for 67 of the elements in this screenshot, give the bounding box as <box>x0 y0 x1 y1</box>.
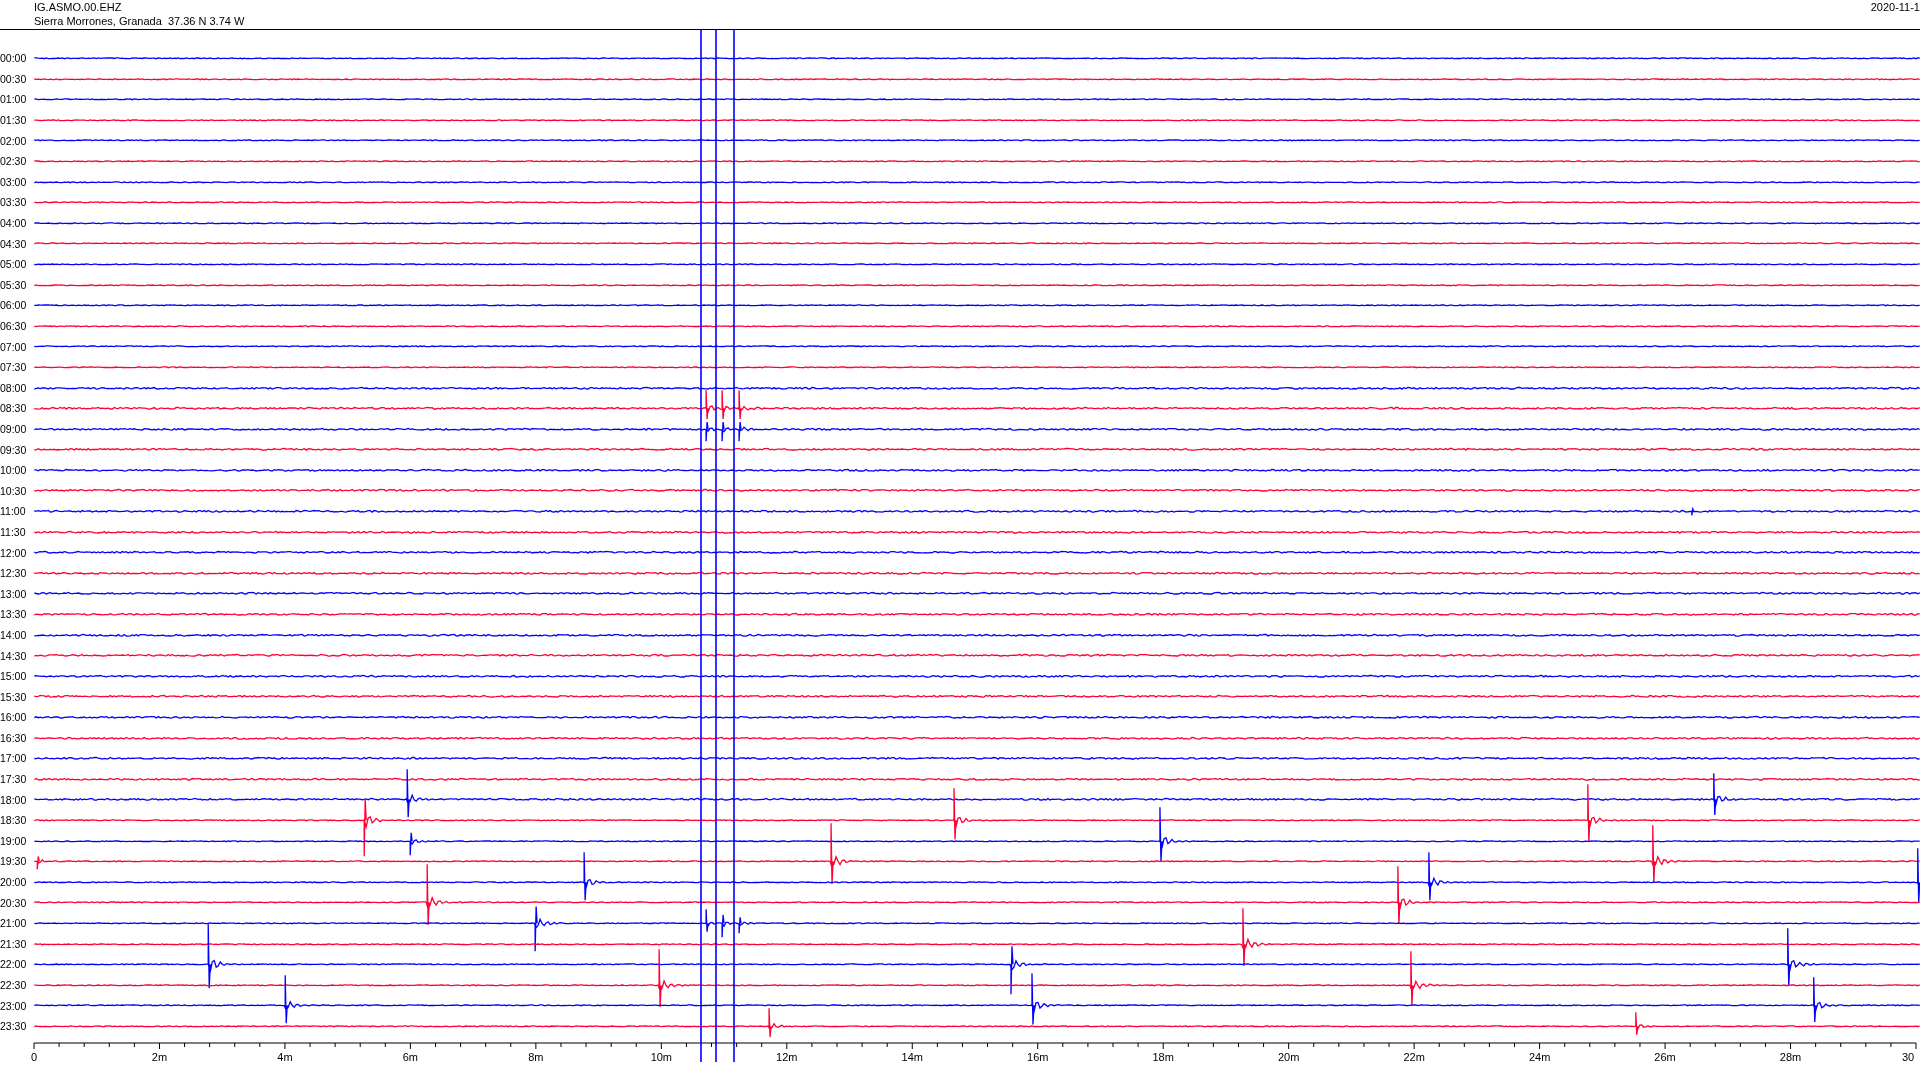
station-code: IG.ASMO.00.EHZ <box>34 0 123 14</box>
time-label: 19:30 <box>0 855 28 868</box>
axis-tick-label: 10m <box>650 1050 673 1063</box>
time-label: 06:00 <box>0 299 28 312</box>
axis-tick-label: 26m <box>1654 1050 1676 1063</box>
axis-tick-label: 24m <box>1528 1050 1551 1063</box>
time-label: 03:30 <box>0 196 28 209</box>
time-label: 17:00 <box>0 752 28 765</box>
time-label: 09:00 <box>0 423 28 435</box>
time-label: 10:00 <box>0 464 28 477</box>
time-label: 16:00 <box>0 711 28 724</box>
time-label: 20:30 <box>0 896 28 909</box>
time-label: 13:00 <box>0 587 28 600</box>
axis-tick-label: 4m <box>277 1050 293 1063</box>
time-label: 08:00 <box>0 381 28 394</box>
axis-tick-label: 14m <box>901 1050 923 1063</box>
time-label: 02:30 <box>0 155 28 168</box>
time-label: 15:00 <box>0 670 28 683</box>
time-label: 19:00 <box>0 834 28 847</box>
time-label: 07:30 <box>0 361 28 374</box>
axis-tick-label: 8m <box>528 1050 544 1063</box>
axis-tick-label: 12m <box>776 1050 798 1063</box>
time-label: 01:00 <box>0 93 28 106</box>
time-label: 18:00 <box>0 793 28 806</box>
time-label: 12:00 <box>0 546 28 559</box>
axis-tick-label: 6m <box>402 1050 419 1063</box>
station-location: Sierra Morrones, Granada 37.36 N 3.74 W <box>34 14 245 28</box>
time-label: 11:30 <box>0 525 27 538</box>
time-label: 20:00 <box>0 876 28 889</box>
time-label: 06:30 <box>0 320 28 332</box>
record-date: 2020-11-1 <box>1870 0 1920 15</box>
time-label: 04:00 <box>0 217 28 230</box>
time-label: 14:00 <box>0 628 28 641</box>
axis-tick-label: 20m <box>1277 1050 1300 1063</box>
time-label: 14:30 <box>0 649 28 662</box>
time-label: 18:30 <box>0 814 28 827</box>
time-label: 21:00 <box>0 917 28 930</box>
time-label: 01:30 <box>0 114 28 127</box>
time-label: 23:30 <box>0 1020 28 1033</box>
time-label: 21:30 <box>0 937 28 950</box>
time-label: 12:30 <box>0 567 28 580</box>
time-label: 04:30 <box>0 237 28 250</box>
time-label: 09:30 <box>0 443 28 456</box>
time-label: 05:30 <box>0 278 28 291</box>
time-label: 07:00 <box>0 340 28 353</box>
time-label: 13:30 <box>0 608 28 621</box>
axis-tick-label: 22m <box>1403 1050 1425 1063</box>
time-label: 22:30 <box>0 979 28 991</box>
axis-tick-label: 28m <box>1779 1050 1802 1063</box>
time-label: 00:30 <box>0 72 28 85</box>
time-label: 15:30 <box>0 690 28 703</box>
time-label: 02:00 <box>0 134 28 147</box>
time-label: 16:30 <box>0 731 28 744</box>
axis-tick-label: 0 <box>30 1050 38 1063</box>
time-label: 11:00 <box>0 505 27 518</box>
time-label: 00:00 <box>0 52 28 65</box>
time-label: 03:00 <box>0 175 28 188</box>
axis-tick-label: 30 <box>1901 1050 1915 1063</box>
time-label: 17:30 <box>0 773 28 786</box>
time-label: 10:30 <box>0 484 28 497</box>
time-label: 05:00 <box>0 258 28 271</box>
axis-tick-label: 16m <box>1027 1050 1049 1063</box>
time-label: 22:00 <box>0 958 28 971</box>
time-label: 08:30 <box>0 402 28 415</box>
time-label: 23:00 <box>0 999 28 1012</box>
axis-tick-label: 18m <box>1152 1050 1174 1063</box>
axis-tick-label: 2m <box>151 1050 168 1063</box>
